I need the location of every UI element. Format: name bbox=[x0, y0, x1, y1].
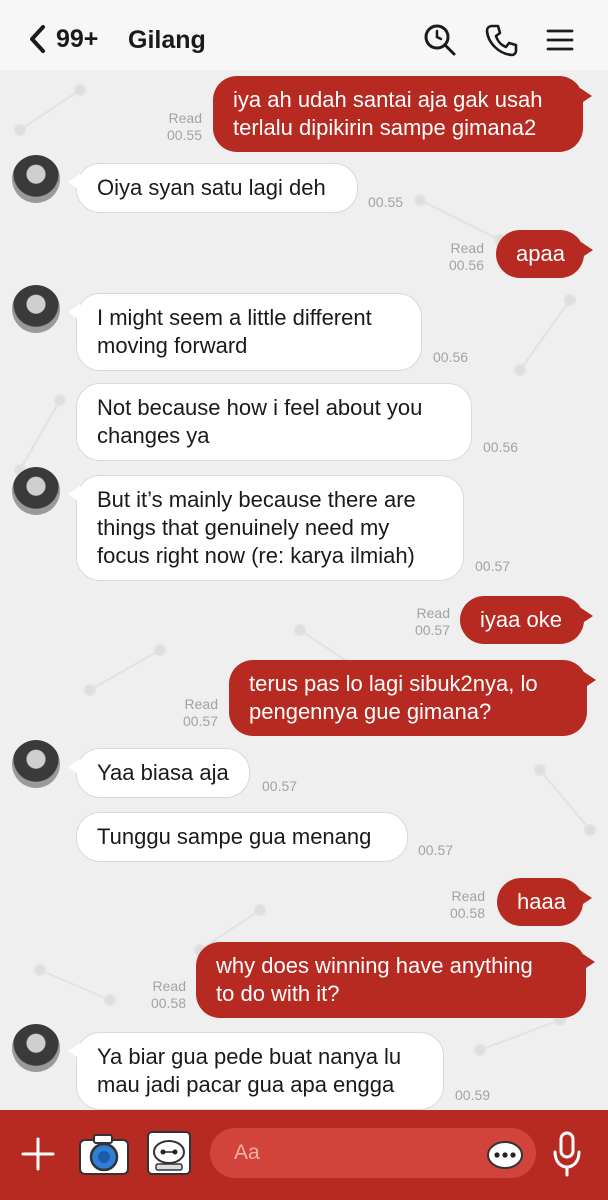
message-bubble-out[interactable]: iyaa oke bbox=[460, 596, 593, 644]
phone-icon[interactable] bbox=[484, 22, 520, 58]
message-bubble-in[interactable]: I might seem a little different moving f… bbox=[68, 293, 422, 371]
read-receipt: Read 00.57 bbox=[414, 605, 450, 638]
composer-bar bbox=[0, 1110, 608, 1200]
message-time: 00.56 bbox=[483, 439, 519, 455]
sticker-icon[interactable] bbox=[146, 1130, 192, 1176]
emoji-icon[interactable] bbox=[486, 1140, 524, 1170]
message-input[interactable] bbox=[234, 1141, 484, 1165]
message-bubble-out[interactable]: terus pas lo lagi sibuk2nya, lo pengenny… bbox=[229, 660, 596, 736]
message-bubble-in[interactable]: But it’s mainly because there are things… bbox=[68, 475, 464, 581]
read-receipt: Read 00.58 bbox=[150, 978, 186, 1011]
read-receipt: Read 00.58 bbox=[449, 888, 485, 921]
avatar[interactable] bbox=[12, 467, 60, 515]
avatar[interactable] bbox=[12, 285, 60, 333]
message-bubble-in[interactable]: Yaa biasa aja bbox=[68, 748, 250, 798]
message-bubble-out[interactable]: apaa bbox=[496, 230, 593, 278]
message-list[interactable]: Read 00.55 iya ah udah santai aja gak usa… bbox=[0, 70, 608, 1110]
message-bubble-in[interactable]: Ya biar gua pede buat nanya lu mau jadi … bbox=[68, 1032, 444, 1110]
message-time: 00.57 bbox=[475, 558, 511, 574]
message-time: 00.59 bbox=[455, 1087, 491, 1103]
back-button[interactable]: 99+ bbox=[26, 22, 98, 56]
avatar[interactable] bbox=[12, 740, 60, 788]
search-icon[interactable] bbox=[422, 22, 458, 58]
menu-icon[interactable] bbox=[542, 22, 578, 58]
message-bubble-in[interactable]: Not because how i feel about you changes… bbox=[76, 383, 472, 461]
message-time: 00.57 bbox=[418, 842, 454, 858]
message-time: 00.56 bbox=[433, 349, 469, 365]
read-receipt: Read 00.56 bbox=[448, 240, 484, 273]
chat-header: 99+ Gilang bbox=[0, 0, 608, 80]
chevron-left-icon bbox=[30, 25, 45, 53]
message-bubble-in[interactable]: Oiya syan satu lagi deh bbox=[68, 163, 358, 213]
message-bubble-out[interactable]: iya ah udah santai aja gak usah terlalu … bbox=[213, 76, 592, 152]
avatar[interactable] bbox=[12, 155, 60, 203]
message-bubble-in[interactable]: Tunggu sampe gua menang bbox=[76, 812, 408, 862]
message-time: 00.57 bbox=[262, 778, 298, 794]
avatar[interactable] bbox=[12, 1024, 60, 1072]
read-receipt: Read 00.57 bbox=[182, 696, 218, 729]
camera-icon[interactable] bbox=[78, 1132, 130, 1176]
message-bubble-out[interactable]: why does winning have anything to do wit… bbox=[196, 942, 595, 1018]
unread-count: 99+ bbox=[56, 24, 99, 53]
message-bubble-out[interactable]: haaa bbox=[497, 878, 592, 926]
plus-icon[interactable] bbox=[20, 1136, 56, 1172]
read-receipt: Read 00.55 bbox=[166, 110, 202, 143]
microphone-icon[interactable] bbox=[552, 1130, 582, 1178]
chat-title: Gilang bbox=[128, 26, 206, 54]
message-time: 00.55 bbox=[368, 194, 404, 210]
